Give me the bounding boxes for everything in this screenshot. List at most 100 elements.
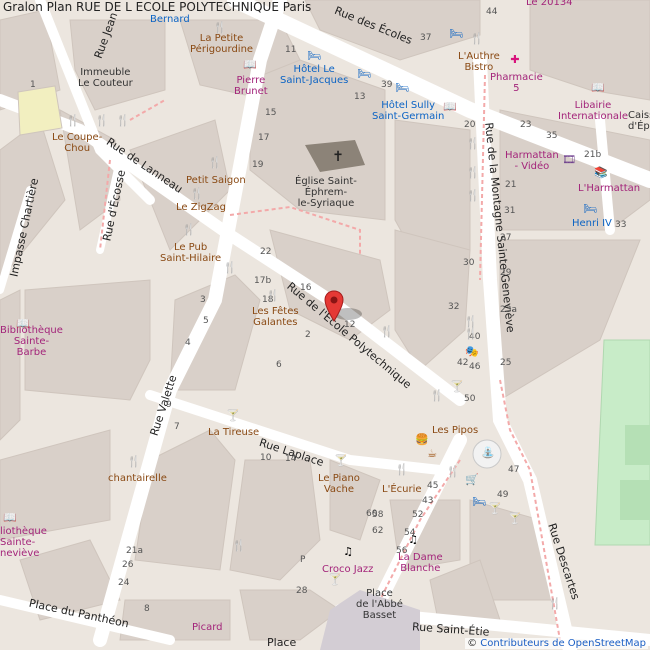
label-caisse-epargne: Caiss d'Éparg: [628, 110, 650, 132]
house-number: 35: [546, 131, 558, 141]
music-icon[interactable]: ♫: [342, 546, 354, 558]
restaurant-icon[interactable]: 🍴: [395, 464, 409, 476]
restaurant-icon[interactable]: 🍴: [464, 328, 478, 340]
bar-icon[interactable]: 🍸: [328, 574, 342, 586]
bar-icon[interactable]: 🍸: [334, 455, 348, 467]
label-le-coupe-chou: Le Coupe- Chou: [52, 132, 103, 154]
house-number: 19: [252, 160, 264, 170]
location-pin-icon[interactable]: [324, 290, 344, 322]
restaurant-icon[interactable]: 🍴: [466, 138, 480, 150]
label-henri-iv: Henri IV: [572, 218, 612, 229]
restaurant-icon[interactable]: 🍴: [127, 456, 141, 468]
house-number: 50: [464, 394, 476, 404]
shop-icon[interactable]: 🛒: [465, 474, 479, 486]
hotel-icon[interactable]: 🛏: [583, 203, 597, 215]
house-number: 12: [344, 320, 356, 330]
osm-link[interactable]: Contributeurs de OpenStreetMap: [480, 638, 646, 649]
label-eglise-saint-ephrem: Église Saint- Éphrem- le-Syriaque: [295, 176, 357, 209]
hotel-icon[interactable]: 🛏: [449, 28, 463, 40]
page-title: Gralon Plan RUE DE L ECOLE POLYTECHNIQUE…: [3, 0, 312, 14]
house-number: 56: [396, 546, 408, 556]
restaurant-icon[interactable]: 🍴: [223, 262, 237, 274]
restaurant-icon[interactable]: 🍴: [190, 188, 204, 200]
house-number: 43: [422, 496, 434, 506]
cinema-icon[interactable]: 🎞: [562, 154, 576, 166]
house-number: 1: [30, 80, 36, 90]
restaurant-icon[interactable]: 🍴: [466, 167, 480, 179]
house-number: 8: [144, 604, 150, 614]
restaurant-icon[interactable]: 🍴: [232, 540, 246, 552]
book-icon[interactable]: 📖: [443, 101, 457, 113]
restaurant-icon[interactable]: 🍴: [182, 224, 196, 236]
label-l-ecurie: L'Écurie: [382, 484, 422, 495]
label-librairie-internationale: Libairie Internationale: [558, 100, 628, 122]
map-base-layer: [0, 0, 650, 650]
theatre-icon[interactable]: 🎭: [465, 346, 479, 358]
house-number: 6: [276, 360, 282, 370]
fountain-icon[interactable]: ⛲: [481, 447, 495, 459]
label-pharmacie: Pharmacie 5: [490, 72, 543, 94]
house-number: 28: [296, 586, 308, 596]
restaurant-icon[interactable]: 🍴: [208, 157, 222, 169]
bar-icon[interactable]: 🍸: [450, 381, 464, 393]
label-pierre-brunet: Pierre Brunet: [234, 75, 268, 97]
house-number: 60: [366, 509, 378, 519]
bar-icon[interactable]: 🍸: [508, 513, 522, 525]
label-chantairelle: chantairelle: [108, 473, 167, 484]
restaurant-icon[interactable]: 🍴: [466, 190, 480, 202]
hotel-icon[interactable]: 🛏: [307, 50, 321, 62]
house-number: 45: [427, 481, 439, 491]
shop-icon[interactable]: 📚: [594, 167, 608, 179]
label-place-abbe-basset: Place de l'Abbé Basset: [356, 588, 403, 621]
book-icon[interactable]: 📖: [16, 318, 30, 330]
house-number: 5: [203, 316, 209, 326]
house-number: 26: [122, 560, 134, 570]
house-number: 32: [448, 302, 460, 312]
bar-icon[interactable]: 🍸: [226, 410, 240, 422]
map-canvas[interactable]: Gralon Plan RUE DE L ECOLE POLYTECHNIQUE…: [0, 0, 650, 650]
hotel-icon[interactable]: 🛏: [357, 68, 371, 80]
restaurant-icon[interactable]: 🍴: [95, 115, 109, 127]
house-number: 21: [505, 180, 517, 190]
restaurant-icon[interactable]: 🍴: [446, 466, 460, 478]
label-les-pipos: Les Pipos: [432, 425, 479, 436]
house-number: 7: [174, 422, 180, 432]
restaurant-icon[interactable]: 🍴: [380, 326, 394, 338]
book-icon[interactable]: 📖: [243, 59, 257, 71]
house-number: 23: [520, 120, 532, 130]
restaurant-icon[interactable]: 🍴: [470, 33, 484, 45]
house-number: 47: [508, 465, 520, 475]
book-icon[interactable]: 📖: [591, 82, 605, 94]
house-number: 24: [118, 578, 130, 588]
restaurant-icon[interactable]: 🍴: [116, 115, 130, 127]
house-number: 62: [372, 526, 384, 536]
restaurant-icon[interactable]: 🍴: [213, 22, 227, 34]
house-number: 17: [258, 133, 270, 143]
hotel-icon[interactable]: 🛏: [395, 82, 409, 94]
street-place: Place: [267, 636, 297, 649]
house-number: 39: [381, 80, 393, 90]
house-number: 33: [615, 220, 627, 230]
restaurant-icon[interactable]: 🍴: [548, 598, 562, 610]
restaurant-icon[interactable]: 🍴: [430, 390, 444, 402]
church-icon[interactable]: ✝: [332, 150, 344, 164]
label-les-fetes-galantes: Les Fêtes Galantes: [252, 306, 299, 328]
pharmacy-icon[interactable]: ✚: [509, 54, 521, 66]
restaurant-icon[interactable]: 🍴: [266, 290, 280, 302]
label-bernard: Bernard: [150, 14, 190, 25]
house-number: 14: [285, 454, 297, 464]
music-icon[interactable]: ♫: [407, 534, 419, 546]
book-icon[interactable]: 📖: [3, 512, 17, 524]
label-picard: Picard: [192, 622, 223, 633]
label-petit-saigon: Petit Saigon: [186, 175, 246, 186]
house-number: 25: [500, 358, 512, 368]
bar-icon[interactable]: 🍸: [488, 503, 502, 515]
cafe-icon[interactable]: ☕: [426, 448, 438, 460]
house-number: 31: [504, 206, 516, 216]
restaurant-icon[interactable]: 🍔: [415, 434, 429, 446]
restaurant-icon[interactable]: 🍴: [66, 115, 80, 127]
house-number: P: [300, 555, 306, 565]
hotel-icon[interactable]: 🛏: [472, 496, 486, 508]
house-number: 4: [185, 338, 191, 348]
house-number: 52: [412, 510, 424, 520]
